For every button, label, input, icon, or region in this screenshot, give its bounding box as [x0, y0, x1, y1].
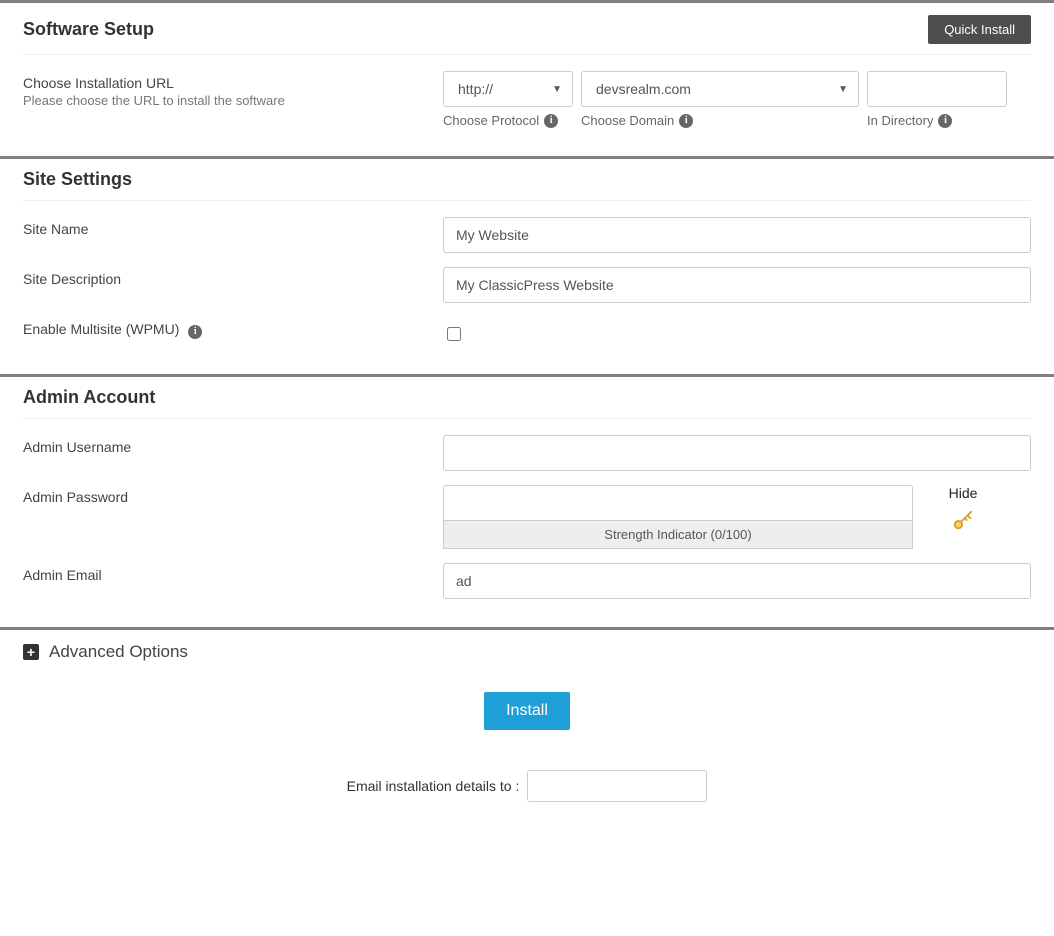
- site-description-input[interactable]: [443, 267, 1031, 303]
- section-divider: [0, 0, 1054, 3]
- admin-account-title: Admin Account: [23, 387, 155, 408]
- info-icon[interactable]: i: [544, 114, 558, 128]
- email-details-input[interactable]: [527, 770, 707, 802]
- domain-sublabel: Choose Domain: [581, 113, 674, 128]
- software-setup-header: Software Setup Quick Install: [23, 15, 1031, 55]
- choose-url-hint: Please choose the URL to install the sof…: [23, 93, 443, 108]
- domain-select[interactable]: devsrealm.com ▼: [581, 71, 859, 107]
- choose-url-label: Choose Installation URL: [23, 75, 443, 91]
- advanced-options-title: Advanced Options: [49, 642, 188, 662]
- admin-email-input[interactable]: [443, 563, 1031, 599]
- site-settings-title: Site Settings: [23, 169, 132, 190]
- section-divider: [0, 156, 1054, 159]
- install-button[interactable]: Install: [484, 692, 570, 730]
- info-icon[interactable]: i: [188, 325, 202, 339]
- directory-input[interactable]: [867, 71, 1007, 107]
- info-icon[interactable]: i: [679, 114, 693, 128]
- software-setup-title: Software Setup: [23, 19, 154, 40]
- protocol-value: http://: [458, 81, 493, 97]
- section-divider: [0, 627, 1054, 630]
- info-icon[interactable]: i: [938, 114, 952, 128]
- multisite-checkbox[interactable]: [447, 327, 461, 341]
- chevron-down-icon: ▼: [838, 84, 848, 95]
- key-icon[interactable]: [952, 509, 974, 536]
- site-description-label: Site Description: [23, 271, 443, 287]
- domain-value: devsrealm.com: [596, 81, 691, 97]
- admin-username-input[interactable]: [443, 435, 1031, 471]
- site-settings-header: Site Settings: [23, 169, 1031, 201]
- chevron-down-icon: ▼: [552, 84, 562, 95]
- section-divider: [0, 374, 1054, 377]
- admin-email-label: Admin Email: [23, 567, 443, 583]
- protocol-sublabel: Choose Protocol: [443, 113, 539, 128]
- expand-icon[interactable]: +: [23, 644, 39, 660]
- email-details-label: Email installation details to :: [347, 778, 520, 794]
- hide-password-toggle[interactable]: Hide: [933, 485, 993, 501]
- protocol-select[interactable]: http:// ▼: [443, 71, 573, 107]
- quick-install-button[interactable]: Quick Install: [928, 15, 1031, 44]
- admin-username-label: Admin Username: [23, 439, 443, 455]
- admin-password-input[interactable]: [443, 485, 913, 521]
- directory-sublabel: In Directory: [867, 113, 933, 128]
- site-name-input[interactable]: [443, 217, 1031, 253]
- site-name-label: Site Name: [23, 221, 443, 237]
- admin-account-header: Admin Account: [23, 387, 1031, 419]
- multisite-label: Enable Multisite (WPMU): [23, 321, 179, 337]
- admin-password-label: Admin Password: [23, 489, 443, 505]
- password-strength-indicator: Strength Indicator (0/100): [443, 521, 913, 549]
